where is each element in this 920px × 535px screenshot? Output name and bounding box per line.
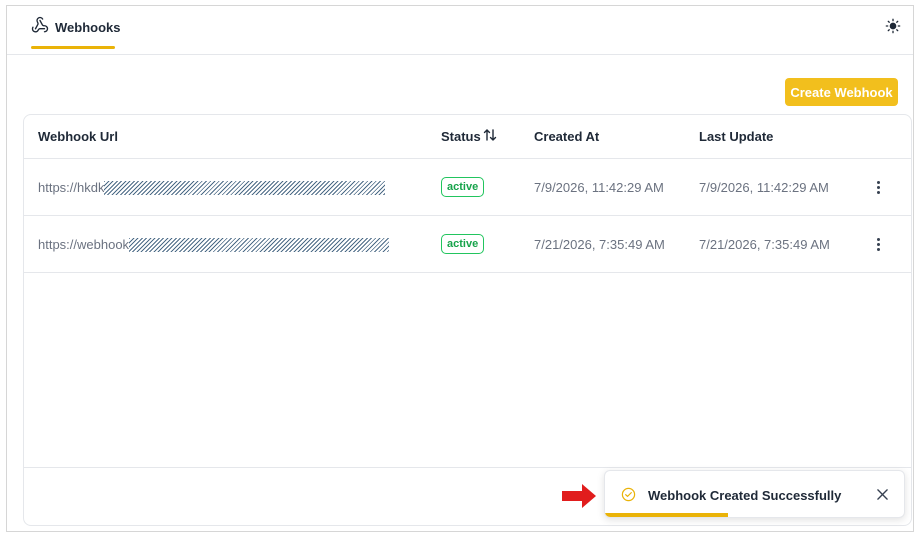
create-webhook-button[interactable]: Create Webhook <box>785 78 898 106</box>
red-arrow-icon <box>560 483 598 514</box>
theme-toggle-button[interactable] <box>883 18 903 38</box>
created-at: 7/9/2026, 11:42:29 AM <box>534 180 664 195</box>
column-header-updated: Last Update <box>699 129 774 144</box>
column-header-url: Webhook Url <box>38 129 118 144</box>
toast-progress-track <box>605 513 904 517</box>
created-at: 7/21/2026, 7:35:49 AM <box>534 237 665 252</box>
toast-progress-bar <box>605 513 728 517</box>
redacted-url <box>104 180 386 195</box>
active-tab-indicator <box>31 46 115 49</box>
last-update: 7/9/2026, 11:42:29 AM <box>699 180 829 195</box>
redacted-url <box>129 237 390 252</box>
table-header: Webhook Url Status Created At Last Updat… <box>24 115 911 159</box>
webhooks-table: Webhook Url Status Created At Last Updat… <box>23 114 912 526</box>
table-footer-divider <box>24 467 911 468</box>
webhooks-app: Webhooks Create Webhook Webhook Url Stat… <box>6 5 914 532</box>
sort-arrows-icon[interactable] <box>482 127 498 148</box>
toast-message: Webhook Created Successfully <box>648 488 842 503</box>
check-circle-icon <box>621 487 636 507</box>
column-header-created: Created At <box>534 129 600 144</box>
column-header-status: Status <box>441 129 481 144</box>
status-badge: active <box>441 177 485 197</box>
status-badge: active <box>441 234 485 254</box>
kebab-menu-icon[interactable] <box>870 176 886 198</box>
close-icon[interactable] <box>873 485 891 503</box>
webhook-url: https://hkdk <box>38 180 386 195</box>
table-row[interactable]: https://hkdk active 7/9/2026, 11:42:29 A… <box>24 159 911 216</box>
webhook-icon <box>31 16 49 39</box>
table-row[interactable]: https://webhook active 7/21/2026, 7:35:4… <box>24 216 911 273</box>
webhook-url-text: https://hkdk <box>38 180 105 195</box>
kebab-menu-icon[interactable] <box>870 233 886 255</box>
sun-icon <box>885 18 901 39</box>
webhook-url-text: https://webhook <box>38 237 130 252</box>
last-update: 7/21/2026, 7:35:49 AM <box>699 237 830 252</box>
success-toast: Webhook Created Successfully <box>604 470 905 518</box>
tab-webhooks[interactable]: Webhooks <box>31 6 121 49</box>
webhook-url: https://webhook <box>38 237 390 252</box>
tab-label: Webhooks <box>55 20 121 35</box>
top-bar: Webhooks <box>7 6 913 55</box>
